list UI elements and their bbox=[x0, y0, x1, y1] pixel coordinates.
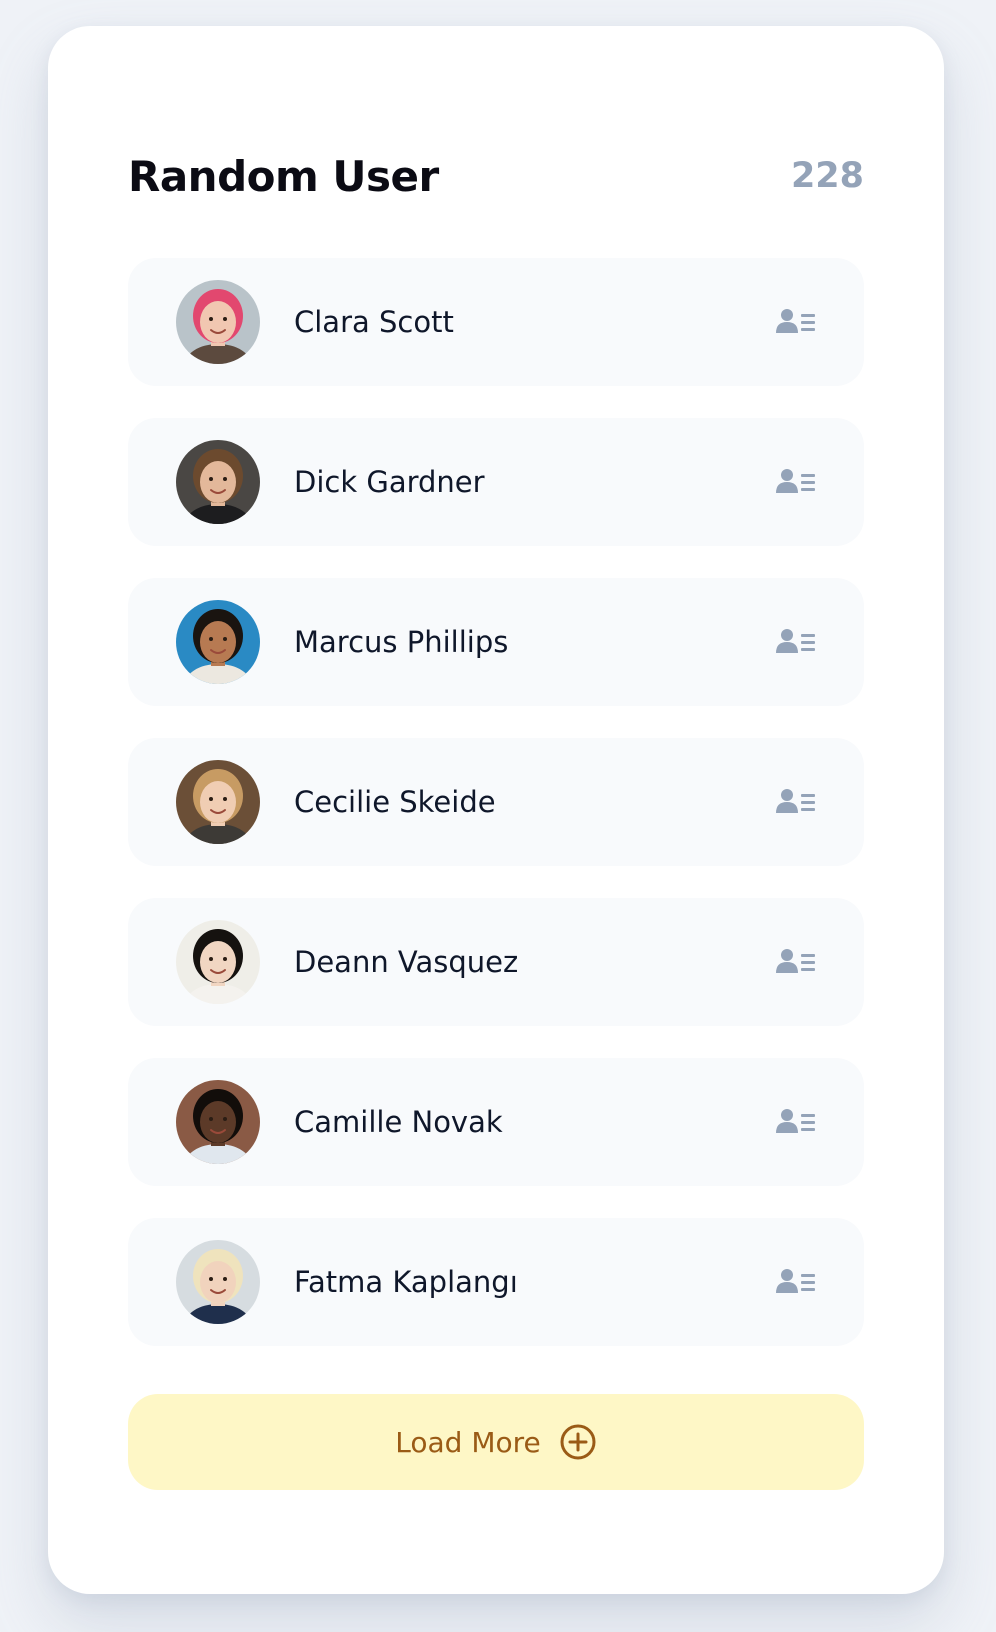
contact-card-icon[interactable] bbox=[776, 307, 816, 337]
avatar bbox=[176, 920, 260, 1004]
load-more-label: Load More bbox=[395, 1425, 541, 1459]
contact-card-icon[interactable] bbox=[776, 627, 816, 657]
user-row[interactable]: Marcus Phillips bbox=[128, 578, 864, 706]
user-name: Clara Scott bbox=[294, 305, 454, 339]
user-row[interactable]: Camille Novak bbox=[128, 1058, 864, 1186]
avatar bbox=[176, 1240, 260, 1324]
contact-card-icon[interactable] bbox=[776, 467, 816, 497]
contact-card-icon[interactable] bbox=[776, 787, 816, 817]
page-title: Random User bbox=[128, 151, 439, 201]
user-card: Random User 228 Clara Scott Dick Gardner M… bbox=[48, 26, 944, 1594]
user-count: 228 bbox=[790, 156, 864, 196]
contact-card-icon[interactable] bbox=[776, 947, 816, 977]
user-row[interactable]: Clara Scott bbox=[128, 258, 864, 386]
contact-card-icon[interactable] bbox=[776, 1107, 816, 1137]
user-row[interactable]: Cecilie Skeide bbox=[128, 738, 864, 866]
user-name: Dick Gardner bbox=[294, 465, 485, 499]
user-name: Cecilie Skeide bbox=[294, 785, 496, 819]
user-name: Marcus Phillips bbox=[294, 625, 509, 659]
avatar bbox=[176, 760, 260, 844]
user-row[interactable]: Deann Vasquez bbox=[128, 898, 864, 1026]
avatar bbox=[176, 1080, 260, 1164]
user-list: Clara Scott Dick Gardner Marcus Phillips Ce… bbox=[128, 258, 864, 1378]
user-name: Deann Vasquez bbox=[294, 945, 519, 979]
user-name: Camille Novak bbox=[294, 1105, 503, 1139]
avatar bbox=[176, 600, 260, 684]
card-header: Random User 228 bbox=[128, 148, 864, 204]
contact-card-icon[interactable] bbox=[776, 1267, 816, 1297]
user-row[interactable]: Fatma Kaplangı bbox=[128, 1218, 864, 1346]
avatar bbox=[176, 280, 260, 364]
user-row[interactable]: Dick Gardner bbox=[128, 418, 864, 546]
plus-circle-icon bbox=[560, 1424, 596, 1460]
avatar bbox=[176, 440, 260, 524]
load-more-button[interactable]: Load More bbox=[128, 1394, 864, 1490]
user-name: Fatma Kaplangı bbox=[294, 1265, 518, 1299]
